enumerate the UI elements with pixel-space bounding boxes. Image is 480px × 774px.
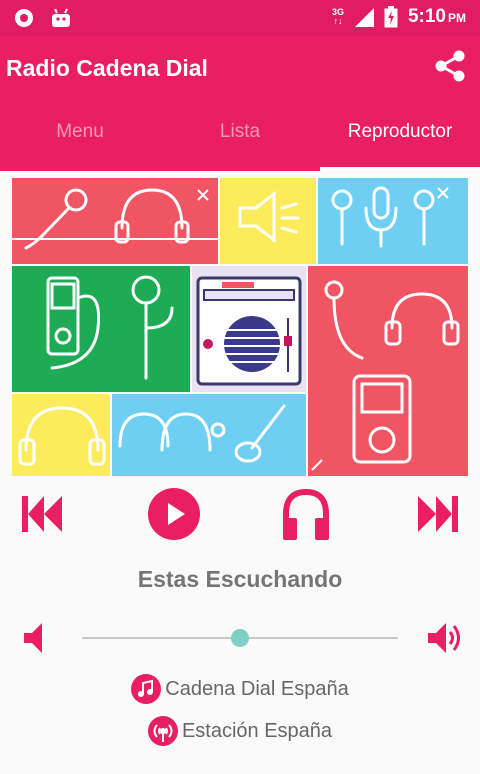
tab-bar: Menu Lista Reproductor bbox=[0, 108, 480, 171]
music-note-icon bbox=[131, 674, 162, 704]
volume-slider-thumb[interactable] bbox=[231, 629, 249, 647]
player-controls bbox=[0, 484, 480, 544]
volume-row bbox=[0, 618, 480, 658]
signal-icon bbox=[354, 8, 374, 27]
headphones-icon[interactable] bbox=[282, 488, 330, 540]
clock-time: 5:10 bbox=[407, 6, 446, 27]
clock-ampm: PM bbox=[448, 11, 466, 25]
station-country-row: Estación España bbox=[0, 716, 480, 746]
play-icon[interactable] bbox=[148, 488, 200, 540]
tab-menu[interactable]: Menu bbox=[0, 108, 160, 171]
network-arrows: ↑↓ bbox=[333, 16, 343, 26]
broadcast-icon bbox=[147, 716, 178, 746]
station-name: Cadena Dial España bbox=[165, 677, 349, 700]
app-bar: Radio Cadena Dial Menu Lista Reproductor bbox=[0, 36, 480, 171]
station-name-row: Cadena Dial España bbox=[0, 674, 480, 704]
skip-previous-icon[interactable] bbox=[22, 496, 62, 532]
clock: 5:10 PM bbox=[408, 6, 466, 28]
battery-charging-icon bbox=[384, 6, 398, 28]
status-bar: 3G ↑↓ 5:10 PM bbox=[0, 0, 480, 36]
skip-next-icon[interactable] bbox=[418, 496, 458, 532]
app-title: Radio Cadena Dial bbox=[6, 55, 208, 81]
android-debug-icon bbox=[52, 8, 70, 27]
volume-mute-icon[interactable] bbox=[24, 623, 46, 653]
network-3g-icon: 3G ↑↓ bbox=[332, 8, 344, 26]
now-playing-label: Estas Escuchando bbox=[137, 566, 343, 592]
share-icon[interactable] bbox=[432, 48, 468, 84]
record-icon bbox=[15, 9, 33, 27]
tab-lista[interactable]: Lista bbox=[160, 108, 320, 171]
station-artwork bbox=[12, 178, 468, 476]
volume-up-icon[interactable] bbox=[428, 623, 464, 653]
tab-reproductor[interactable]: Reproductor bbox=[320, 108, 480, 171]
station-country: Estación España bbox=[181, 719, 333, 742]
